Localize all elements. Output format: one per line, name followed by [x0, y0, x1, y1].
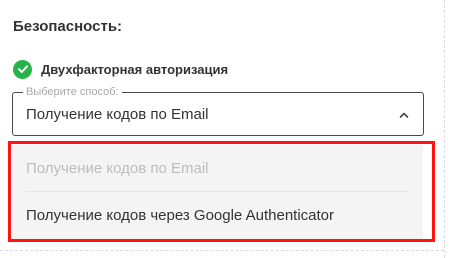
chevron-up-icon[interactable] — [398, 108, 410, 120]
select-legend: Выберите способ: — [23, 85, 122, 99]
two-factor-row: Двухфакторная авторизация — [13, 59, 228, 79]
select-value: Получение кодов по Email — [26, 105, 209, 123]
check-circle-icon — [13, 59, 32, 79]
option-email[interactable]: Получение кодов по Email — [12, 145, 423, 191]
panel-border-right — [444, 0, 445, 258]
two-factor-label: Двухфакторная авторизация — [41, 61, 229, 77]
auth-method-select[interactable]: Выберите способ: Получение кодов по Emai… — [12, 85, 424, 136]
section-title: Безопасность: — [13, 18, 123, 35]
panel-border-bottom — [0, 250, 444, 251]
dropdown-menu: Получение кодов по Email Получение кодов… — [12, 145, 423, 239]
option-google-authenticator[interactable]: Получение кодов через Google Authenticat… — [12, 192, 423, 238]
